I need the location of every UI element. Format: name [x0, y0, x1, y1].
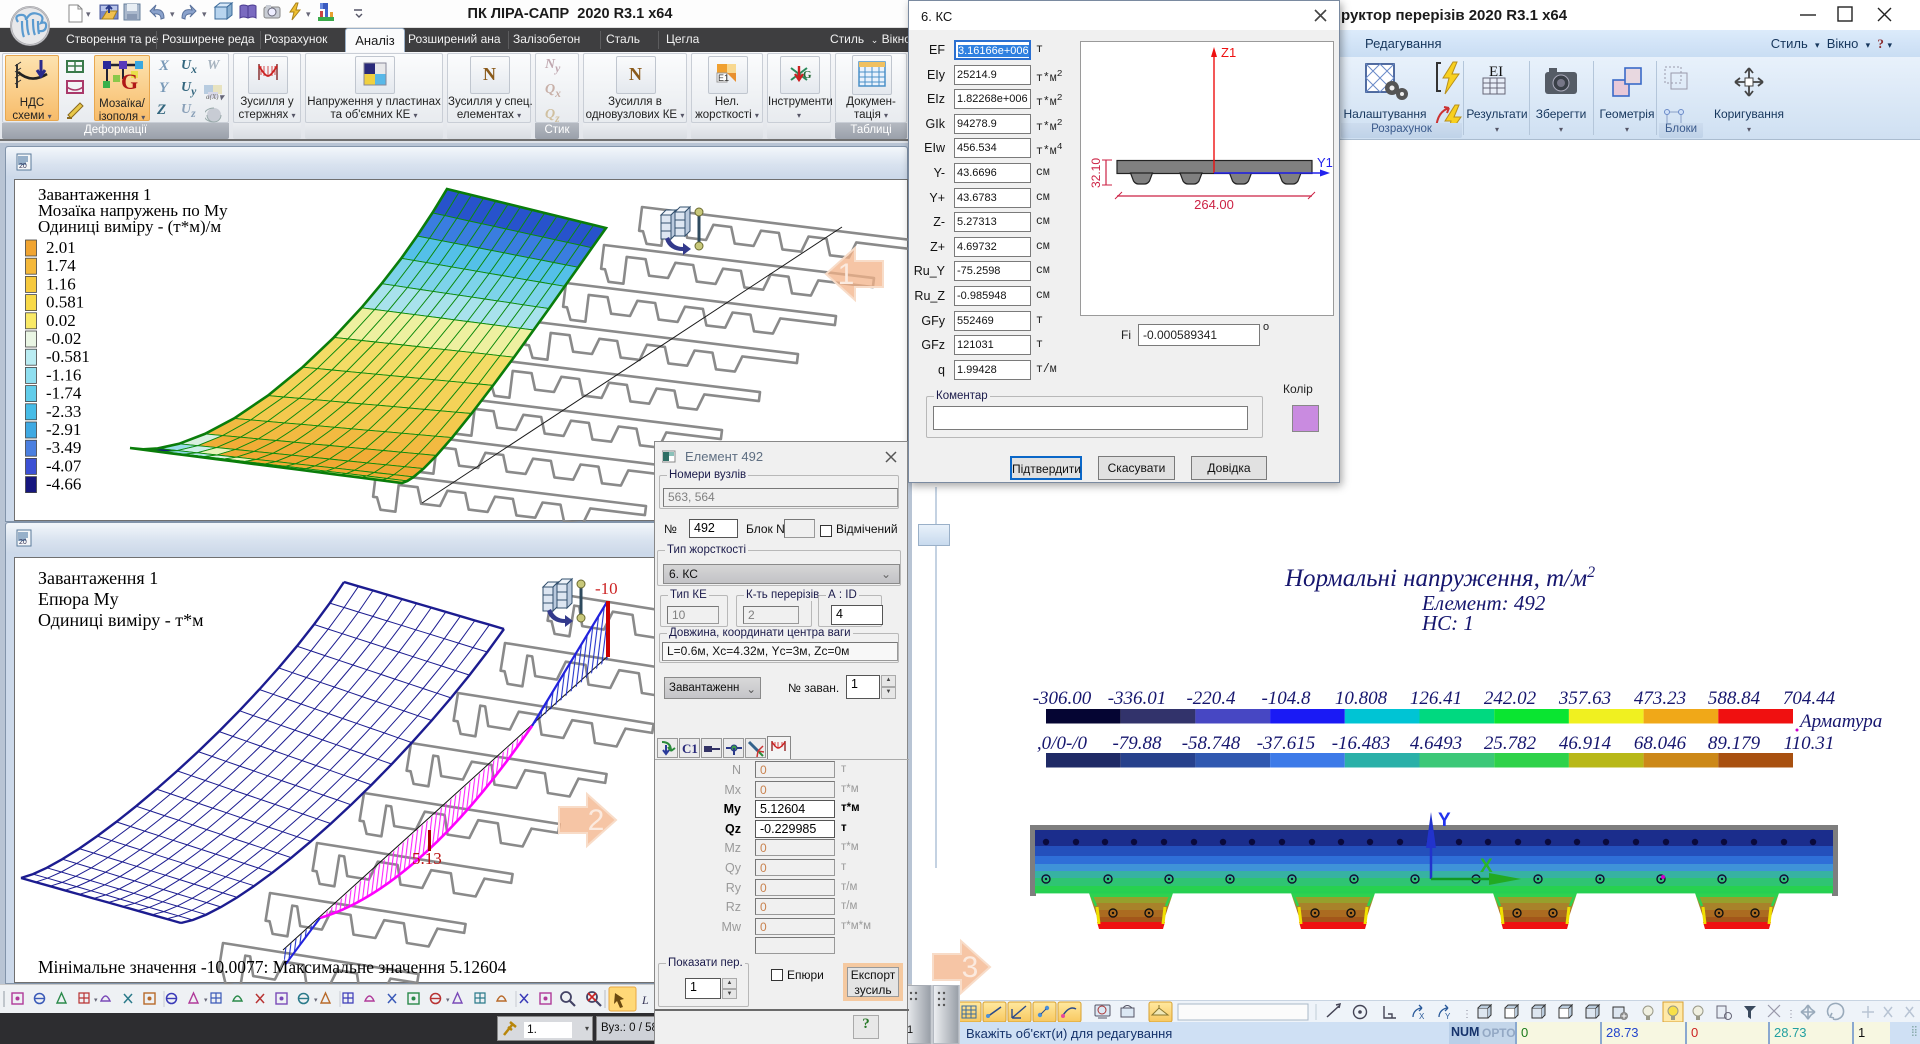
- svg-text:Y: Y: [1438, 810, 1451, 831]
- svg-text:242.02: 242.02: [1484, 688, 1537, 709]
- svg-text:▾: ▾: [314, 997, 318, 1004]
- svg-text:5.13: 5.13: [412, 849, 442, 868]
- svg-text:-79.88: -79.88: [1112, 733, 1162, 754]
- svg-text:-2.33: -2.33: [46, 402, 81, 421]
- svg-text:Епюра My: Епюра My: [38, 589, 119, 609]
- svg-text:-4.66: -4.66: [46, 475, 81, 494]
- svg-text:Завантаження 1: Завантаження 1: [38, 568, 158, 588]
- svg-text:⋮: ⋮: [1786, 1009, 1796, 1020]
- svg-text:▾: ▾: [94, 997, 98, 1004]
- svg-text:Y: Y: [1445, 1012, 1451, 1021]
- svg-text:-37.615: -37.615: [1257, 733, 1316, 754]
- svg-text:1.74: 1.74: [46, 256, 76, 275]
- svg-text:126.41: 126.41: [1410, 688, 1462, 709]
- svg-text:C1: C1: [682, 741, 698, 756]
- svg-text:2.01: 2.01: [46, 238, 76, 257]
- svg-text:▾: ▾: [86, 9, 91, 19]
- svg-text:0.581: 0.581: [46, 293, 84, 312]
- svg-text:N: N: [629, 64, 642, 84]
- svg-text:-1.74: -1.74: [46, 384, 82, 403]
- svg-text:-336.01: -336.01: [1108, 688, 1167, 709]
- svg-text:10.808: 10.808: [1335, 688, 1388, 709]
- svg-text:Z1: Z1: [1221, 45, 1236, 60]
- svg-text:-3.49: -3.49: [46, 438, 81, 457]
- svg-text:-306.00: -306.00: [1033, 688, 1092, 709]
- svg-text:-220.4: -220.4: [1186, 688, 1236, 709]
- svg-text:89.179: 89.179: [1708, 733, 1761, 754]
- svg-text:-58.748: -58.748: [1182, 733, 1241, 754]
- svg-text:-4.07: -4.07: [46, 456, 82, 475]
- svg-text:Мінімальне значення -10.0077:: Мінімальне значення -10.0077: Максимальн…: [38, 957, 507, 977]
- svg-text:E1: E1: [718, 73, 729, 83]
- svg-text:704.44: 704.44: [1783, 688, 1836, 709]
- svg-text:⋮: ⋮: [1462, 1009, 1472, 1020]
- svg-text:X: X: [1480, 856, 1493, 877]
- svg-text:N: N: [483, 64, 496, 84]
- svg-text:68.046: 68.046: [1634, 733, 1687, 754]
- svg-text:20: 20: [19, 163, 27, 170]
- svg-text:a(X): a(X): [206, 93, 219, 100]
- svg-text:-10: -10: [595, 579, 618, 598]
- svg-text:4.6493: 4.6493: [1410, 733, 1462, 754]
- svg-text:32.10: 32.10: [1089, 158, 1103, 188]
- svg-text:-2.91: -2.91: [46, 420, 81, 439]
- svg-text:Одиниці виміру - (т*м)/м: Одиниці виміру - (т*м)/м: [38, 217, 221, 236]
- svg-text:G: G: [803, 69, 812, 81]
- svg-text:,0/0-/0: ,0/0-/0: [1037, 733, 1088, 754]
- svg-text:264.00: 264.00: [1194, 197, 1234, 212]
- svg-text:-1.16: -1.16: [46, 365, 81, 384]
- svg-text:▾: ▾: [446, 997, 450, 1004]
- svg-text:▾: ▾: [170, 9, 175, 19]
- svg-text:2: 2: [588, 804, 605, 837]
- svg-text:0.02: 0.02: [46, 311, 76, 330]
- svg-text:-16.483: -16.483: [1332, 733, 1391, 754]
- svg-text:▾: ▾: [306, 9, 311, 19]
- svg-text:X: X: [1419, 1012, 1425, 1021]
- svg-text:-0.02: -0.02: [46, 329, 81, 348]
- svg-text:-0.581: -0.581: [46, 347, 90, 366]
- svg-text:110.31: 110.31: [1784, 733, 1835, 754]
- svg-text:473.23: 473.23: [1634, 688, 1686, 709]
- svg-text:1.16: 1.16: [46, 274, 76, 293]
- svg-text:▾: ▾: [202, 9, 207, 19]
- svg-text:Одиниці виміру - т*м: Одиниці виміру - т*м: [38, 610, 204, 630]
- svg-text:G: G: [121, 69, 138, 93]
- svg-text:25.782: 25.782: [1484, 733, 1537, 754]
- svg-text:3: 3: [962, 951, 979, 984]
- svg-text:▾: ▾: [204, 997, 208, 1004]
- svg-text:-104.8: -104.8: [1261, 688, 1311, 709]
- svg-text:588.84: 588.84: [1708, 688, 1761, 709]
- svg-text:Арматура: Арматура: [1798, 711, 1882, 732]
- svg-text:1: 1: [838, 258, 855, 291]
- svg-text:357.63: 357.63: [1558, 688, 1611, 709]
- svg-text:Нормальні напруження, т/м2: Нормальні напруження, т/м2: [1284, 564, 1595, 592]
- svg-text:46.914: 46.914: [1559, 733, 1612, 754]
- svg-text:НС: 1: НС: 1: [1421, 611, 1474, 635]
- svg-text:L: L: [641, 993, 649, 1007]
- svg-text:Y1: Y1: [1317, 155, 1333, 170]
- svg-text:20: 20: [19, 539, 27, 546]
